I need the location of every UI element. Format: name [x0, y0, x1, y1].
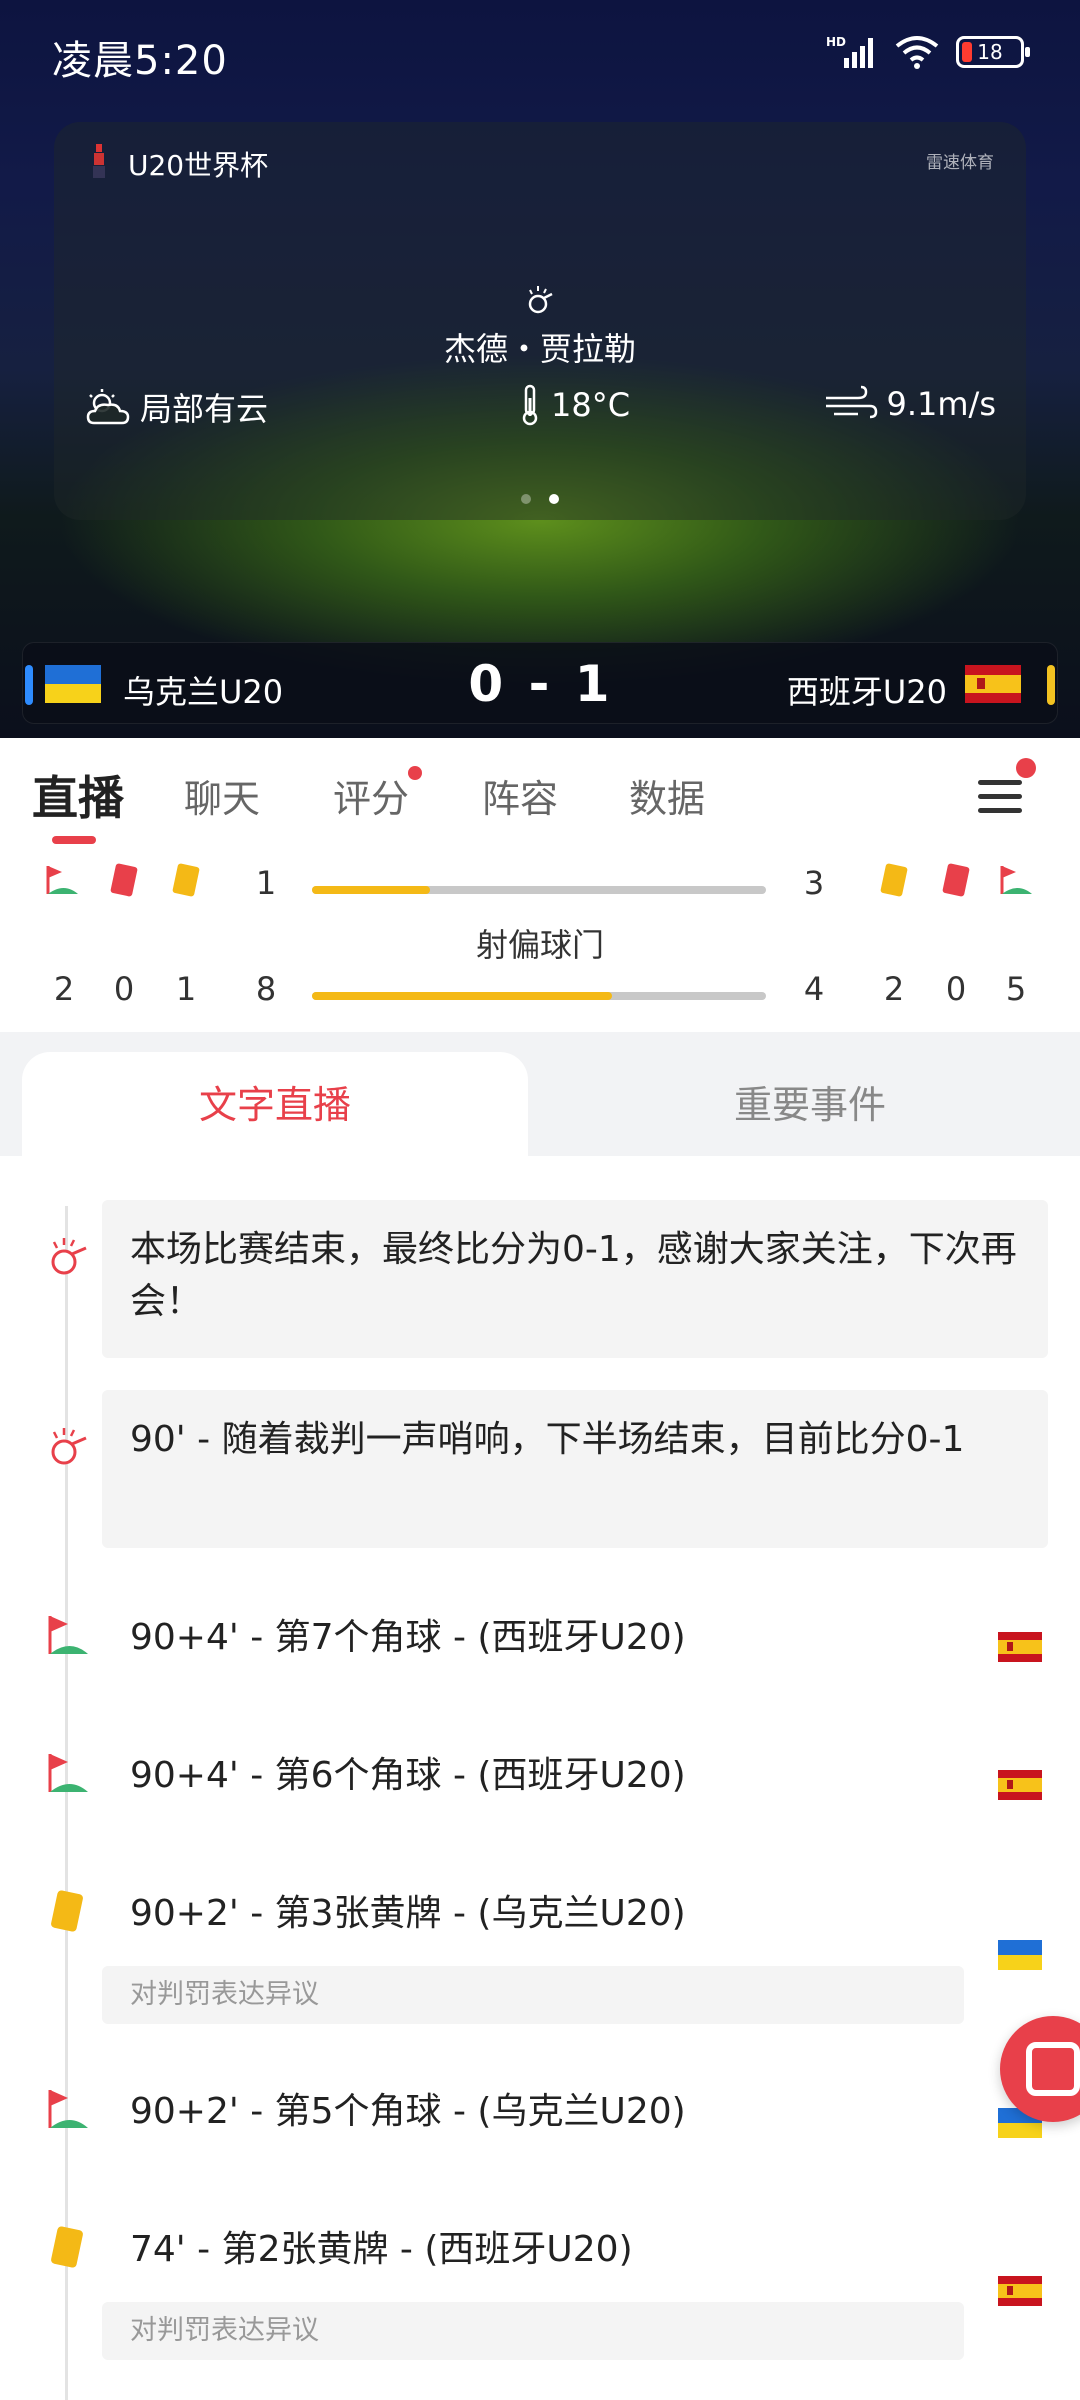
corner-flag-icon	[48, 2090, 88, 2128]
event-note: 对判罚表达异议	[102, 1966, 964, 2024]
event-box: 本场比赛结束，最终比分为0-1，感谢大家关注，下次再会！	[102, 1200, 1048, 1358]
spain-flag-icon	[998, 1632, 1042, 1662]
menu-button[interactable]	[978, 770, 1028, 820]
away-corners-count: 5	[1005, 970, 1027, 1008]
away-yellow-count: 2	[883, 970, 905, 1008]
stat-row: 2 0 1 8 4 2 0 5	[0, 966, 1080, 1016]
status-time: 凌晨5:20	[52, 38, 228, 84]
tab-lineup[interactable]: 阵容	[482, 768, 558, 823]
carousel-dot[interactable]	[521, 494, 531, 504]
temperature-text: 18°C	[551, 386, 631, 424]
event-box: 90' - 随着裁判一声哨响，下半场结束，目前比分0-1	[102, 1390, 1048, 1548]
tab-chat[interactable]: 聊天	[184, 768, 260, 823]
yellow-card-icon	[51, 2226, 83, 2268]
status-icons: HD 18	[826, 34, 1030, 70]
event-text: 90+2' - 第5个角球 - (乌克兰U20)	[130, 2091, 686, 2132]
stat-bar-fill	[312, 886, 431, 894]
wind-text: 9.1m/s	[886, 385, 996, 423]
menu-icon-line	[978, 794, 1022, 799]
live-subtabs: 文字直播 重要事件	[0, 1032, 1080, 1156]
whistle-icon	[51, 1428, 87, 1465]
signal-icon: HD	[826, 35, 873, 68]
stat-row: 1 3	[0, 860, 1080, 910]
brand-watermark: 雷速体育	[926, 153, 994, 173]
battery-level: 18	[977, 40, 1003, 64]
partly-cloudy-icon	[86, 389, 130, 425]
away-color-tab	[1047, 665, 1055, 705]
spain-flag-icon	[965, 665, 1021, 703]
menu-badge-dot	[1016, 758, 1036, 778]
tab-live[interactable]: 直播	[32, 762, 124, 828]
red-card-icon	[110, 863, 138, 897]
event-text: 90+4' - 第7个角球 - (西班牙U20)	[130, 1617, 686, 1658]
corner-flag-icon	[1000, 866, 1032, 894]
stat-bar-fill	[312, 992, 612, 1000]
wind-icon	[826, 385, 878, 419]
text-live-feed: 本场比赛结束，最终比分为0-1，感谢大家关注，下次再会！ 90' - 随着裁判一…	[0, 1156, 1080, 2400]
main-tabs: 直播 聊天 评分 阵容 数据	[0, 738, 1080, 848]
weather-card[interactable]: U20世界杯 雷速体育 杰德・贾拉勒 局部有云 18°C 9.1m/s	[54, 122, 1026, 520]
timeline-line	[65, 1206, 68, 2400]
yellow-card-icon	[172, 863, 200, 897]
carousel-dots	[54, 494, 1026, 504]
status-bar: 凌晨5:20 HD 18	[0, 0, 1080, 110]
competition-logo-icon	[93, 144, 105, 178]
event-text: 90+2' - 第3张黄牌 - (乌克兰U20)	[130, 1893, 686, 1934]
tab-data[interactable]: 数据	[629, 768, 705, 823]
subtab-key-events[interactable]: 重要事件	[540, 1074, 1080, 1129]
competition-name: U20世界杯	[128, 149, 269, 182]
stat-away-value: 3	[803, 864, 825, 902]
red-card-icon	[942, 863, 970, 897]
away-red-count: 0	[945, 970, 967, 1008]
thermometer-icon	[522, 384, 538, 426]
stat-home-value: 1	[255, 864, 277, 902]
stat-bar	[312, 992, 766, 1000]
home-red-count: 0	[113, 970, 135, 1008]
event-text: 74' - 第2张黄牌 - (西班牙U20)	[130, 2229, 633, 2270]
stat-home-value: 8	[255, 970, 277, 1008]
home-corners-count: 2	[53, 970, 75, 1008]
wifi-icon	[895, 36, 939, 69]
corner-flag-icon	[46, 866, 78, 894]
menu-icon	[978, 780, 1022, 785]
yellow-card-icon	[880, 863, 908, 897]
stat-bar	[312, 886, 766, 894]
event-text: 90+4' - 第6个角球 - (西班牙U20)	[130, 1755, 686, 1796]
corner-flag-icon	[48, 1754, 88, 1792]
battery-icon: 18	[956, 36, 1030, 68]
carousel-dot-active[interactable]	[549, 494, 559, 504]
wind-speed: 9.1m/s	[824, 384, 996, 424]
subtab-text-live[interactable]: 文字直播	[22, 1074, 528, 1129]
weather-row: 局部有云 18°C 9.1m/s	[84, 384, 996, 434]
match-hero: 凌晨5:20 HD 18 U20世界杯 雷速体育 杰德・贾拉勒 局部有云 18°…	[0, 0, 1080, 738]
edit-icon	[1026, 2042, 1080, 2096]
svg-text:HD: HD	[826, 35, 846, 49]
corner-flag-icon	[48, 1616, 88, 1654]
weather-condition: 局部有云	[84, 384, 268, 430]
stat-away-value: 4	[803, 970, 825, 1008]
tab-rating[interactable]: 评分	[333, 768, 409, 823]
weather-text: 局部有云	[140, 390, 269, 428]
home-yellow-count: 1	[175, 970, 197, 1008]
floating-edit-button[interactable]	[1000, 2016, 1080, 2122]
stats-panel: 1 3 射偏球门 2 0 1 8 4 2 0 5	[0, 848, 1080, 1032]
rating-badge-dot	[408, 766, 422, 780]
spain-flag-icon	[998, 2276, 1042, 2306]
temperature: 18°C	[519, 384, 630, 426]
event-note: 对判罚表达异议	[102, 2302, 964, 2360]
ukraine-flag-icon	[998, 1940, 1042, 1970]
yellow-card-icon	[51, 1890, 83, 1932]
score-bar: 乌克兰U20 0 - 1 西班牙U20	[22, 642, 1058, 724]
active-tab-indicator	[52, 836, 96, 844]
venue-name: 杰德・贾拉勒	[443, 330, 636, 368]
menu-icon-line	[978, 808, 1022, 813]
spain-flag-icon	[998, 1770, 1042, 1800]
referee-icon	[528, 286, 553, 314]
away-team-name[interactable]: 西班牙U20	[787, 667, 947, 713]
stat-label: 射偏球门	[475, 926, 604, 964]
whistle-icon	[51, 1238, 87, 1275]
